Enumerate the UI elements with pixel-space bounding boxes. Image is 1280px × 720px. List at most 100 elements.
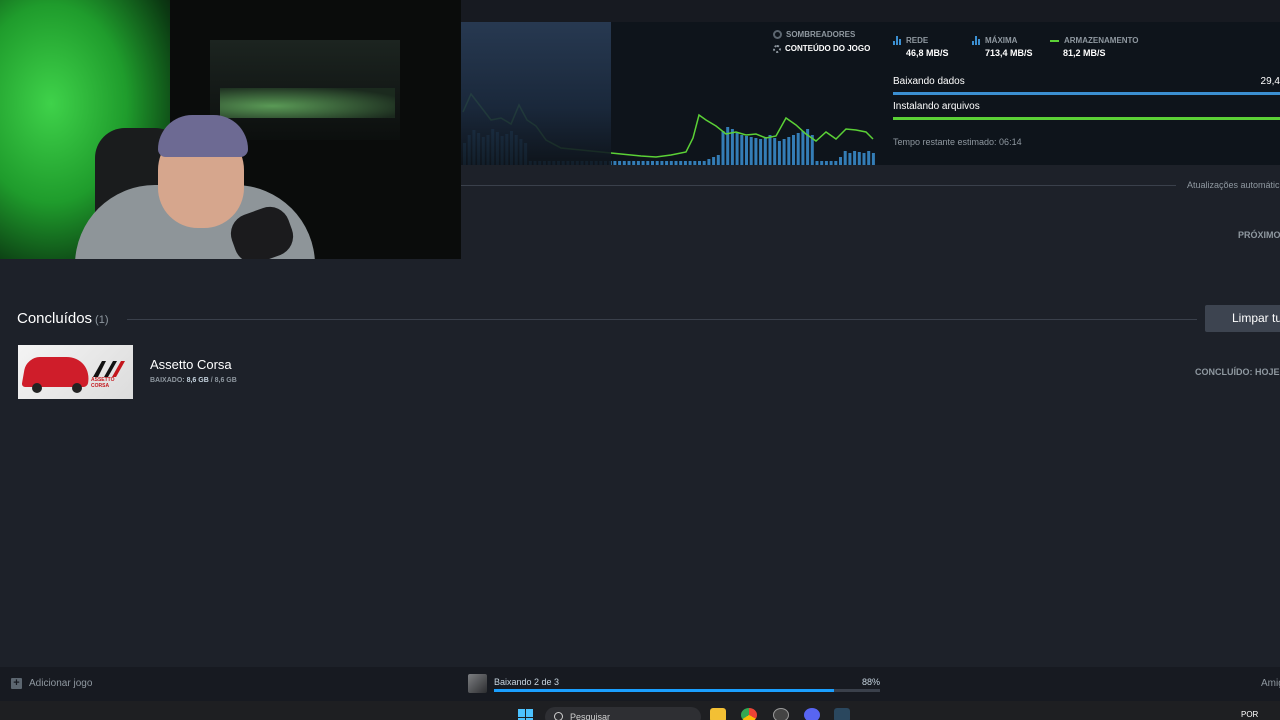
bandwidth-bar [749, 137, 753, 165]
bandwidth-bar [848, 153, 852, 165]
installing-progress: Instalando arquivos [893, 101, 1280, 120]
network-label: REDE [906, 36, 929, 45]
bandwidth-bar [820, 161, 824, 165]
taskbar-search[interactable]: Pesquisar [545, 707, 701, 720]
bandwidth-bar [862, 153, 866, 165]
bandwidth-bar [698, 161, 701, 165]
bandwidth-bar [857, 152, 861, 165]
bandwidth-bar [792, 135, 795, 165]
bandwidth-bar [641, 161, 645, 165]
installing-label: Instalando arquivos [893, 101, 980, 112]
game-thumbnail[interactable]: ASSETTO CORSA [18, 345, 133, 399]
next-section-label: PRÓXIMO [1238, 230, 1280, 240]
bandwidth-bar [773, 138, 777, 165]
bandwidth-bar [665, 161, 669, 165]
storage-metric: ARMAZENAMENTO 81,2 Mb/s [1050, 36, 1139, 58]
installing-bar [893, 117, 1280, 120]
bandwidth-bar [646, 161, 650, 165]
divider [461, 185, 1176, 186]
bandwidth-bar [716, 155, 720, 165]
bandwidth-bar [867, 151, 871, 165]
loading-icon [773, 44, 781, 53]
bandwidth-bar [651, 161, 654, 165]
bandwidth-bar [683, 161, 687, 165]
network-metric: REDE 46,8 Mb/s [893, 36, 949, 58]
add-game-label: Adicionar jogo [29, 678, 93, 689]
bandwidth-bar [688, 161, 692, 165]
steam-icon[interactable] [834, 708, 850, 720]
downloading-value: 29,4 [1260, 76, 1280, 87]
bandwidth-bar [839, 157, 842, 165]
bandwidth-bar [763, 137, 767, 165]
completion-status: CONCLUÍDO: HOJE [1195, 367, 1280, 377]
bandwidth-bar [655, 161, 659, 165]
downloading-label: Baixando dados [893, 76, 965, 87]
bandwidth-bar [834, 161, 838, 165]
bandwidth-bar [660, 161, 664, 165]
bandwidth-bar [843, 151, 847, 165]
bandwidth-bar [730, 129, 734, 165]
network-bars-icon [893, 36, 901, 45]
storage-value: 81,2 Mb/s [1063, 48, 1106, 58]
storage-label: ARMAZENAMENTO [1064, 36, 1139, 45]
bandwidth-bar [669, 161, 673, 165]
bandwidth-bar [815, 161, 819, 165]
bandwidth-bar [768, 135, 772, 165]
download-status[interactable]: Baixando 2 de 3 [494, 677, 559, 687]
windows-icon[interactable] [518, 709, 534, 720]
download-stats-panel: SOMBREADORES CONTEÚDO DO JOGO REDE 46,8 … [461, 22, 1280, 165]
completed-section-title: Concluídos (1) [17, 310, 109, 327]
game-title[interactable]: Assetto Corsa [150, 357, 232, 372]
bandwidth-bar [674, 161, 678, 165]
bandwidth-bar [613, 161, 617, 165]
windows-taskbar: Pesquisar POR [0, 701, 1280, 720]
bandwidth-bar [871, 153, 875, 165]
download-size: BAIXADO: 8,6 GB / 8,6 GB [150, 377, 237, 384]
graph-legend: SOMBREADORES CONTEÚDO DO JOGO [773, 30, 870, 53]
bandwidth-bar [712, 157, 716, 165]
download-progress-fill [494, 689, 834, 692]
bandwidth-bar [777, 141, 781, 165]
peak-value: 713,4 Mb/s [985, 48, 1033, 58]
bandwidth-bar [735, 133, 739, 165]
friends-chat-button[interactable]: Amig [1261, 678, 1280, 689]
bandwidth-bar [618, 161, 622, 165]
storage-line-icon [1050, 39, 1059, 42]
completed-item[interactable]: ASSETTO CORSA Assetto Corsa BAIXADO: 8,6… [18, 345, 1280, 399]
clear-all-button[interactable]: Limpar tu [1205, 305, 1280, 332]
downloading-game-icon[interactable] [468, 674, 487, 693]
bandwidth-bar [693, 161, 697, 165]
app-icon[interactable] [773, 708, 789, 720]
bandwidth-bar [853, 151, 857, 165]
add-game-button[interactable]: + Adicionar jogo [11, 678, 92, 689]
bandwidth-bar [622, 161, 626, 165]
bandwidth-bar [829, 161, 833, 165]
steam-footer: + Adicionar jogo Baixando 2 de 3 88% Ami… [0, 667, 1280, 701]
discord-icon[interactable] [804, 708, 820, 720]
bandwidth-bar [632, 161, 636, 165]
bandwidth-bar [679, 161, 683, 165]
downloading-progress: Baixando dados 29,4 [893, 76, 1280, 95]
bandwidth-bar [801, 131, 805, 165]
completed-count: (1) [95, 314, 109, 326]
shaders-icon [773, 30, 782, 39]
download-percent: 88% [862, 677, 881, 687]
bandwidth-bar [627, 161, 631, 165]
auto-updates-label[interactable]: Atualizações automátic [1187, 180, 1280, 190]
bandwidth-bar [745, 136, 748, 165]
bandwidth-bar [707, 159, 711, 165]
webcam-overlay [0, 0, 461, 259]
download-progress-bar[interactable] [494, 689, 880, 692]
completed-title: Concluídos [17, 310, 93, 327]
language-indicator[interactable]: POR [1241, 710, 1258, 719]
bandwidth-bar [782, 139, 786, 165]
content-label: CONTEÚDO DO JOGO [785, 44, 871, 53]
file-explorer-icon[interactable] [710, 708, 726, 720]
peak-bars-icon [972, 36, 980, 45]
search-icon [554, 712, 563, 720]
chrome-icon[interactable] [741, 708, 757, 720]
bandwidth-bar [740, 135, 744, 165]
bandwidth-bar [787, 137, 791, 165]
game-artwork [461, 22, 611, 165]
peak-metric: MÁXIMA 713,4 Mb/s [972, 36, 1033, 58]
